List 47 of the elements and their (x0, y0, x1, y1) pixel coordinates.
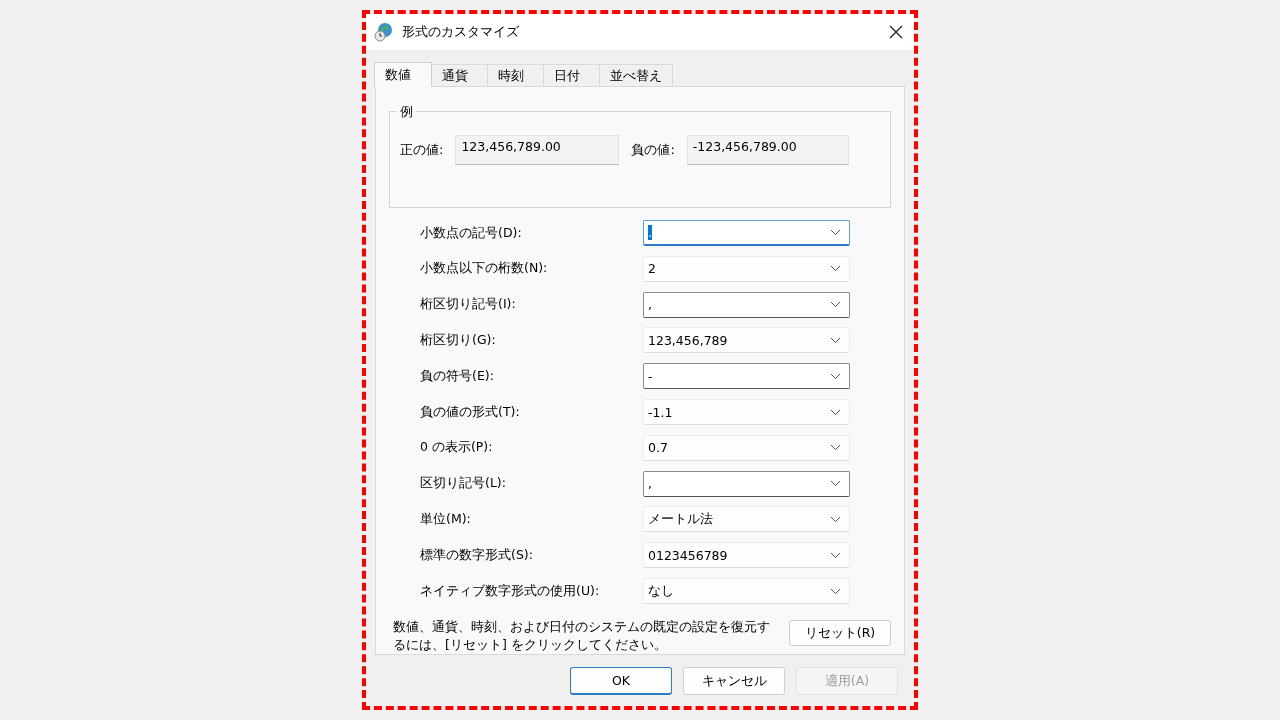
chevron-down-icon (830, 480, 841, 488)
setting-label: 桁区切り(G): (420, 331, 497, 349)
chevron-down-icon (830, 336, 841, 344)
chevron-down-icon (830, 444, 841, 452)
chevron-down-icon (830, 515, 841, 523)
dropdown-field[interactable]: 123,456,789 (643, 327, 850, 354)
reset-note: 数値、通貨、時刻、および日付のシステムの既定の設定を復元するには、[リセット] をクリックしてください。 (393, 618, 771, 654)
chevron-down-icon (830, 551, 841, 559)
setting-label: ネイティブ数字形式の使用(U): (420, 582, 601, 600)
preview-field: 123,456,789.00 (455, 135, 620, 165)
dialog-button[interactable]: キャンセル (683, 667, 785, 695)
field-label: 正の値: (400, 141, 444, 159)
chevron-down-icon (830, 408, 841, 416)
dropdown-field[interactable]: 0.7 (643, 434, 850, 461)
dropdown-field[interactable]: なし (643, 578, 850, 604)
setting-label: 小数点の記号(D): (420, 224, 523, 242)
setting-label: 小数点以下の桁数(N): (420, 260, 549, 278)
chevron-down-icon (830, 229, 841, 237)
tab[interactable]: 並べ替え (599, 64, 673, 86)
preview-field: -123,456,789.00 (686, 135, 849, 165)
chevron-down-icon (830, 265, 841, 273)
globe-clock-icon (374, 22, 394, 42)
tab[interactable]: 通貨 (431, 64, 488, 86)
reset-button[interactable]: リセット(R) (789, 620, 891, 646)
dropdown-field[interactable]: -1.1 (643, 399, 850, 425)
dropdown-field[interactable]: . (643, 220, 850, 247)
dropdown-field[interactable]: 0123456789 (643, 542, 850, 569)
dropdown-field[interactable]: メートル法 (643, 506, 850, 533)
setting-label: 桁区切り記号(I): (420, 296, 517, 314)
setting-label: 負の符号(E): (420, 367, 495, 385)
setting-label: 標準の数字形式(S): (420, 546, 534, 564)
setting-label: 区切り記号(L): (420, 475, 507, 493)
dropdown-field[interactable]: - (643, 363, 850, 390)
chevron-down-icon (830, 587, 841, 595)
setting-label: 0 の表示(P): (420, 439, 494, 457)
window-title: 形式のカスタマイズ (402, 23, 520, 41)
dropdown-field[interactable]: , (643, 291, 850, 318)
group-title: 例 (397, 103, 416, 121)
setting-label: 負の値の形式(T): (420, 403, 521, 421)
tab[interactable]: 数値 (374, 62, 432, 87)
setting-label: 単位(M): (420, 510, 472, 528)
field-label: 負の値: (631, 141, 675, 159)
dropdown-field[interactable]: 2 (643, 255, 850, 282)
chevron-down-icon (830, 301, 841, 309)
dropdown-field[interactable]: , (643, 470, 850, 497)
chevron-down-icon (830, 372, 841, 380)
dialog-button[interactable]: OK (570, 667, 672, 695)
